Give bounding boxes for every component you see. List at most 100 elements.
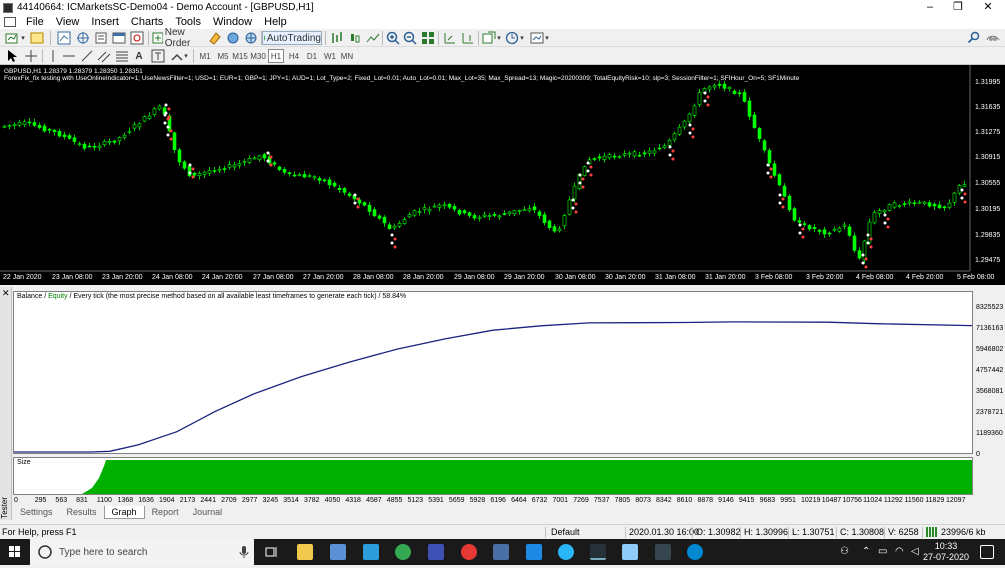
new-chart-dropdown-icon[interactable]: ▾ (20, 31, 26, 45)
maximize-button[interactable]: ❐ (941, 0, 975, 15)
navigator-icon[interactable] (94, 31, 108, 45)
market-watch-icon[interactable] (57, 31, 71, 45)
zoom-out-icon[interactable] (403, 31, 417, 45)
trade-marker (886, 217, 890, 221)
timeframe-m15[interactable]: M15 (232, 49, 248, 63)
windows-start-icon[interactable] (0, 539, 30, 565)
tab-report[interactable]: Report (145, 506, 186, 519)
taskbar-clock[interactable]: 10:33 27-07-2020 (922, 541, 970, 563)
bar-chart-icon[interactable] (330, 31, 344, 45)
timeframe-m5[interactable]: M5 (215, 49, 231, 63)
taskbar-app-icon[interactable] (526, 544, 542, 560)
timeframe-m1[interactable]: M1 (197, 49, 213, 63)
wifi-icon[interactable]: ◠ (895, 546, 904, 557)
strategy-tester-icon[interactable] (130, 31, 144, 45)
auto-scroll-icon[interactable] (443, 31, 457, 45)
arrows-icon[interactable] (170, 49, 184, 63)
tab-settings[interactable]: Settings (13, 506, 60, 519)
terminal-icon[interactable] (112, 31, 126, 45)
timeframe-w1[interactable]: W1 (322, 49, 338, 63)
indicators-icon[interactable] (482, 31, 496, 45)
taskbar-app-icon[interactable] (655, 544, 671, 560)
price-chart[interactable]: GBPUSD,H1 1.28379 1.28379 1.28350 1.2835… (0, 65, 1005, 285)
templates-icon[interactable] (530, 31, 544, 45)
text-box-icon[interactable] (151, 49, 165, 63)
taskbar-app-icon[interactable] (558, 544, 574, 560)
trendline-icon[interactable] (80, 49, 94, 63)
text-label-icon[interactable]: A (134, 49, 144, 63)
show-hidden-icon[interactable]: ⌃ (862, 546, 870, 557)
metatrader-icon[interactable] (590, 544, 606, 560)
file-explorer-icon[interactable] (297, 544, 313, 560)
menu-file[interactable]: File (20, 15, 50, 29)
vertical-line-icon[interactable] (46, 49, 60, 63)
mdi-window-icon[interactable] (4, 17, 16, 27)
periods-icon[interactable] (505, 31, 519, 45)
candle (627, 152, 632, 155)
profiles-icon[interactable] (30, 31, 44, 45)
time-label: 23 Jan 20:00 (102, 274, 143, 281)
graph-x-label: 4318 (345, 497, 361, 504)
volume-icon[interactable]: ◁ (911, 546, 919, 557)
tab-journal[interactable]: Journal (186, 506, 230, 519)
line-chart-icon[interactable] (366, 31, 380, 45)
menu-view[interactable]: View (50, 15, 86, 29)
people-icon[interactable]: ⚇ (840, 546, 849, 557)
search-icon[interactable] (967, 31, 981, 45)
time-label: 3 Feb 08:00 (755, 274, 793, 281)
candlestick-plot[interactable] (0, 65, 1005, 285)
chrome-icon[interactable] (395, 544, 411, 560)
new-order-button[interactable]: New Order (152, 27, 208, 49)
signals-icon[interactable] (226, 31, 240, 45)
indicators-dropdown-icon[interactable]: ▾ (496, 31, 502, 45)
cursor-icon[interactable] (5, 49, 19, 63)
timeframe-mn[interactable]: MN (339, 49, 355, 63)
metaeditor-icon[interactable] (208, 31, 222, 45)
candle (327, 179, 332, 186)
tab-results[interactable]: Results (60, 506, 104, 519)
close-button[interactable]: ✕ (971, 0, 1005, 15)
menu-charts[interactable]: Charts (125, 15, 169, 29)
taskbar-app-icon[interactable] (363, 544, 379, 560)
menu-window[interactable]: Window (207, 15, 258, 29)
taskbar-app-icon[interactable] (428, 544, 444, 560)
community-icon[interactable] (986, 31, 1000, 45)
taskbar-app-icon[interactable] (330, 544, 346, 560)
chart-shift-icon[interactable] (461, 31, 475, 45)
periods-dropdown-icon[interactable]: ▾ (519, 31, 525, 45)
fibonacci-icon[interactable] (115, 49, 129, 63)
task-view-icon[interactable] (263, 544, 279, 560)
timeframe-h4[interactable]: H4 (286, 49, 302, 63)
graph-x-label: 11829 (925, 497, 945, 504)
templates-dropdown-icon[interactable]: ▾ (544, 31, 550, 45)
menu-insert[interactable]: Insert (85, 15, 125, 29)
network-icon[interactable]: ▭ (878, 546, 887, 557)
taskbar-search[interactable]: Type here to search (30, 539, 254, 565)
notifications-icon[interactable] (980, 545, 994, 559)
close-icon[interactable]: ✕ (2, 288, 10, 299)
candle (77, 143, 82, 146)
timeframe-d1[interactable]: D1 (304, 49, 320, 63)
taskbar-app-icon[interactable] (461, 544, 477, 560)
candle (647, 150, 652, 154)
autotrading-button[interactable]: AutoTrading (262, 31, 322, 45)
horizontal-line-icon[interactable] (62, 49, 76, 63)
candlesticks-icon[interactable] (348, 31, 362, 45)
market-icon[interactable] (244, 31, 258, 45)
zoom-in-icon[interactable] (386, 31, 400, 45)
timeframe-m30[interactable]: M30 (250, 49, 266, 63)
data-window-icon[interactable] (76, 31, 90, 45)
taskbar-app-icon[interactable] (622, 544, 638, 560)
microphone-icon[interactable] (239, 545, 249, 559)
tab-graph[interactable]: Graph (103, 506, 145, 519)
candle (17, 121, 22, 126)
menu-help[interactable]: Help (258, 15, 293, 29)
new-chart-icon[interactable] (5, 31, 19, 45)
taskbar-app-icon[interactable] (493, 544, 509, 560)
taskbar-app-icon[interactable] (687, 544, 703, 560)
tile-windows-icon[interactable] (421, 31, 435, 45)
timeframe-h1[interactable]: H1 (268, 49, 284, 63)
equidistant-channel-icon[interactable] (97, 49, 111, 63)
crosshair-icon[interactable] (24, 49, 38, 63)
arrows-dropdown-icon[interactable]: ▾ (183, 49, 189, 63)
